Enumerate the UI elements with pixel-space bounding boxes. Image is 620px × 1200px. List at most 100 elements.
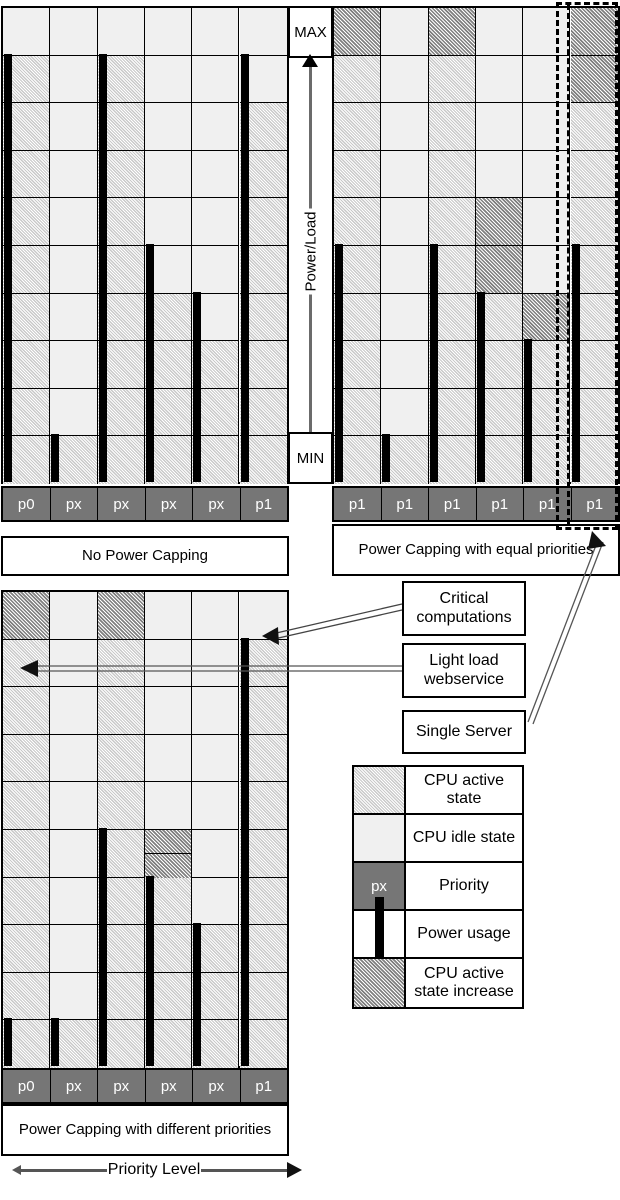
grid-cell-idle bbox=[523, 103, 571, 151]
priority-cell-2[interactable]: p1 bbox=[429, 488, 477, 520]
grid-cell-idle bbox=[475, 8, 524, 56]
grid-cell-idle bbox=[97, 8, 145, 56]
legend-label-increase: CPU active state increase bbox=[414, 964, 514, 1000]
grid-cell-idle bbox=[381, 150, 429, 199]
power-usage-bar bbox=[335, 244, 343, 482]
priority-cell-4[interactable]: px bbox=[193, 1070, 241, 1102]
grid-cell-idle bbox=[50, 782, 98, 830]
grid-cell-active bbox=[334, 150, 382, 199]
grid-cell-increase bbox=[97, 592, 145, 640]
grid-cell-idle bbox=[144, 687, 193, 735]
grid-cell-increase bbox=[475, 246, 524, 294]
chart-caption-power-capping-equal: Power Capping with equal priorities bbox=[332, 524, 620, 576]
grid-cell-idle bbox=[50, 687, 98, 735]
grid-cell-idle bbox=[192, 877, 240, 926]
grid-cell-idle bbox=[192, 150, 240, 199]
priority-cell-3[interactable]: p1 bbox=[476, 488, 524, 520]
priority-cell-5[interactable]: p1 bbox=[240, 488, 287, 520]
priority-cell-1[interactable]: p1 bbox=[381, 488, 429, 520]
grid-cell-idle bbox=[192, 103, 240, 151]
power-usage-bar bbox=[240, 637, 249, 1066]
chart-caption-power-capping-different: Power Capping with different priorities bbox=[1, 1104, 289, 1156]
grid-cell-increase bbox=[3, 592, 51, 640]
priority-row-no-power-capping: p0 px px px px p1 bbox=[1, 486, 289, 522]
callout-critical-computations[interactable]: Critical computations bbox=[402, 581, 526, 636]
grid-cell-idle bbox=[50, 246, 98, 294]
grid-cell-idle bbox=[381, 55, 429, 104]
grid-cell-idle bbox=[144, 639, 193, 688]
priority-cell-1[interactable]: px bbox=[50, 488, 98, 520]
grid-cell-idle bbox=[475, 150, 524, 199]
callout-single-server[interactable]: Single Server bbox=[402, 710, 526, 754]
grid-cell-active bbox=[3, 782, 51, 830]
grid-cell-idle bbox=[192, 687, 240, 735]
priority-cell-4[interactable]: px bbox=[193, 488, 241, 520]
priority-cell-0[interactable]: p0 bbox=[3, 488, 51, 520]
grid-cell-idle bbox=[381, 341, 429, 389]
grid-cell-idle bbox=[50, 830, 98, 878]
grid-cell-idle bbox=[192, 198, 240, 246]
grid-cell-idle bbox=[192, 8, 240, 56]
legend-row-active: CPU active state bbox=[354, 767, 522, 815]
priority-cell-0[interactable]: p1 bbox=[334, 488, 382, 520]
priority-cell-5[interactable]: p1 bbox=[571, 488, 618, 520]
priority-cell-1[interactable]: px bbox=[50, 1070, 98, 1102]
power-usage-bar bbox=[51, 1018, 60, 1066]
grid-cell-idle bbox=[50, 972, 98, 1021]
legend-row-idle: CPU idle state bbox=[354, 815, 522, 863]
power-usage-bar bbox=[145, 244, 154, 482]
grid-cell-active bbox=[428, 150, 476, 199]
grid-cell-active bbox=[570, 103, 618, 151]
single-server-highlight-divider bbox=[566, 4, 570, 524]
axis-min-label: MIN bbox=[288, 432, 333, 484]
chart-caption-no-power-capping: No Power Capping bbox=[1, 536, 289, 576]
grid-cell-active bbox=[570, 198, 618, 246]
grid-cell-idle bbox=[192, 782, 240, 830]
priority-level-label: Priority Level bbox=[107, 1161, 201, 1178]
legend-label-active: CPU active state bbox=[423, 771, 505, 807]
grid-cell-idle bbox=[523, 55, 571, 104]
grid-cell-increase bbox=[475, 198, 524, 246]
grid-cell-active bbox=[570, 150, 618, 199]
priority-cell-2[interactable]: px bbox=[98, 1070, 146, 1102]
grid-cell-idle bbox=[192, 830, 240, 878]
callout-light-load-webservice[interactable]: Light load webservice bbox=[402, 643, 526, 698]
grid-cell-idle bbox=[381, 388, 429, 437]
power-usage-bar bbox=[193, 923, 202, 1066]
arrow-head-icon bbox=[287, 1162, 303, 1178]
legend-row-increase: CPU active state increase bbox=[354, 959, 522, 1007]
power-usage-bar bbox=[476, 291, 485, 482]
grid-cell-idle bbox=[523, 8, 571, 56]
grid-cell-idle bbox=[192, 55, 240, 104]
legend-label-idle: CPU idle state bbox=[412, 828, 516, 846]
priority-cell-5[interactable]: p1 bbox=[240, 1070, 287, 1102]
grid-cell-active bbox=[334, 55, 382, 104]
priority-cell-2[interactable]: px bbox=[98, 488, 146, 520]
priority-cell-3[interactable]: px bbox=[145, 488, 193, 520]
grid-cell-active bbox=[334, 198, 382, 246]
grid-cell-idle bbox=[144, 103, 193, 151]
grid-cell-active bbox=[428, 55, 476, 104]
arrow-tail-icon bbox=[12, 1165, 21, 1175]
grid-cell-idle bbox=[192, 592, 240, 640]
legend-row-powerbar: Power usage bbox=[354, 897, 522, 971]
priority-cell-3[interactable]: px bbox=[145, 1070, 193, 1102]
power-usage-bar bbox=[429, 244, 438, 482]
priority-cell-0[interactable]: p0 bbox=[3, 1070, 51, 1102]
grid-cell-active bbox=[3, 972, 51, 1021]
grid-cell-idle bbox=[381, 293, 429, 342]
legend-label-powerbar: Power usage bbox=[417, 924, 511, 942]
grid-cell-idle bbox=[50, 55, 98, 104]
priority-level-axis: Priority Level bbox=[12, 1160, 303, 1180]
grid-cell-active bbox=[3, 639, 51, 688]
axis-line-left bbox=[21, 1168, 107, 1172]
priority-row-power-capping-equal: p1 p1 p1 p1 p1 p1 bbox=[332, 486, 620, 522]
grid-cell-idle bbox=[50, 341, 98, 389]
grid-cell-idle bbox=[144, 782, 193, 830]
legend-swatch-increase bbox=[354, 959, 406, 1007]
chart-grid-power-capping-equal bbox=[332, 4, 620, 524]
grid-cell-idle bbox=[239, 592, 287, 640]
priority-cell-4[interactable]: p1 bbox=[524, 488, 572, 520]
legend: CPU active state CPU idle state px Priority… bbox=[352, 765, 524, 1009]
grid-cell-active bbox=[97, 734, 145, 783]
